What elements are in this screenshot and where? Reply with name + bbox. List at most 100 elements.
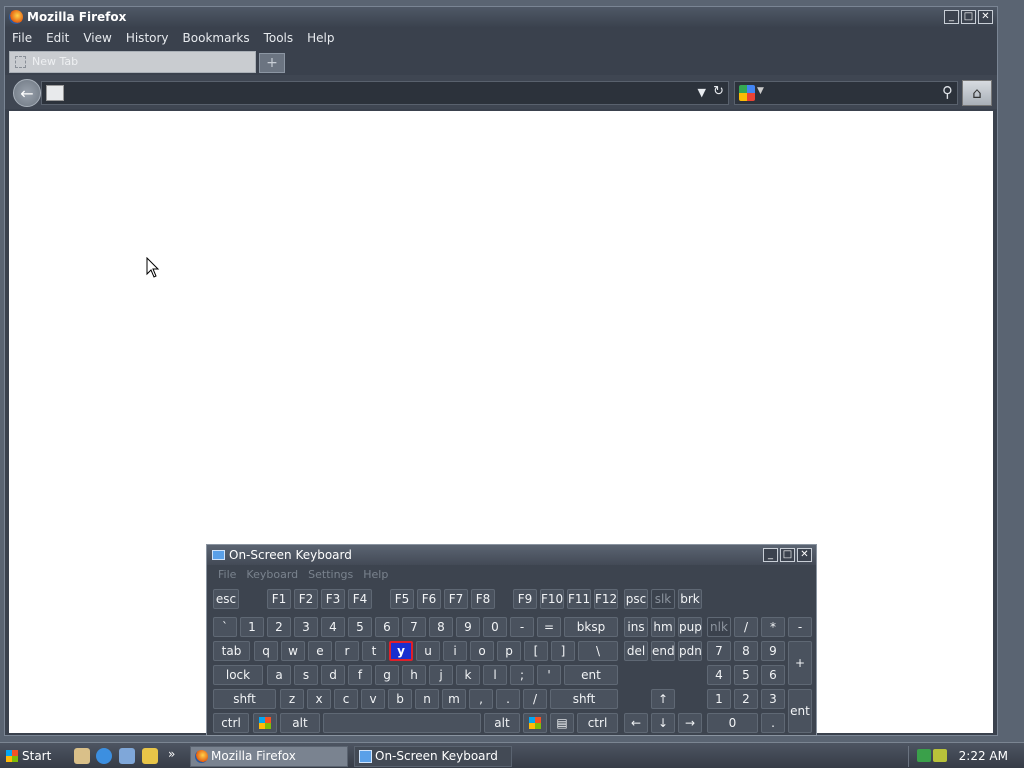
- key-8[interactable]: 8: [429, 617, 453, 637]
- key-nlk[interactable]: nlk: [707, 617, 731, 637]
- home-button[interactable]: ⌂: [962, 80, 992, 106]
- quicklaunch-overflow-icon[interactable]: »: [168, 747, 175, 761]
- key-period[interactable]: .: [496, 689, 520, 709]
- reload-icon[interactable]: ↻: [713, 84, 724, 99]
- tab-new-tab[interactable]: New Tab: [9, 51, 256, 73]
- key-f5[interactable]: F5: [390, 589, 414, 609]
- key-m[interactable]: m: [442, 689, 466, 709]
- key-v[interactable]: v: [361, 689, 385, 709]
- menu-tools[interactable]: Tools: [257, 29, 301, 47]
- key-6[interactable]: 6: [375, 617, 399, 637]
- key-lock[interactable]: lock: [213, 665, 263, 685]
- key-pdn[interactable]: pdn: [678, 641, 702, 661]
- key-j[interactable]: j: [429, 665, 453, 685]
- key-num-6[interactable]: 6: [761, 665, 785, 685]
- key-u[interactable]: u: [416, 641, 440, 661]
- search-bar[interactable]: ▼ ⚲: [734, 81, 958, 105]
- key-num-7[interactable]: 7: [707, 641, 731, 661]
- menu-edit[interactable]: Edit: [39, 29, 76, 47]
- start-button[interactable]: Start: [2, 746, 58, 766]
- taskbar-item-osk[interactable]: On-Screen Keyboard: [354, 746, 512, 767]
- key-bksp[interactable]: bksp: [564, 617, 618, 637]
- key-hm[interactable]: hm: [651, 617, 675, 637]
- key-num-minus[interactable]: -: [788, 617, 812, 637]
- key-p[interactable]: p: [497, 641, 521, 661]
- key-7[interactable]: 7: [402, 617, 426, 637]
- osk-minimize-button[interactable]: _: [763, 548, 778, 562]
- search-input[interactable]: [769, 85, 929, 101]
- key-down-arrow[interactable]: ↓: [651, 713, 675, 733]
- key-f12[interactable]: F12: [594, 589, 618, 609]
- key-f1[interactable]: F1: [267, 589, 291, 609]
- url-history-dropdown-icon[interactable]: ▼: [698, 86, 706, 99]
- key-f7[interactable]: F7: [444, 589, 468, 609]
- key-left-ctrl[interactable]: ctrl: [213, 713, 249, 733]
- key-b[interactable]: b: [388, 689, 412, 709]
- key-tab[interactable]: tab: [213, 641, 250, 661]
- key-pup[interactable]: pup: [678, 617, 702, 637]
- key-i[interactable]: i: [443, 641, 467, 661]
- key-left-win[interactable]: [253, 713, 277, 733]
- key-x[interactable]: x: [307, 689, 331, 709]
- key-f4[interactable]: F4: [348, 589, 372, 609]
- key-menu[interactable]: ▤: [550, 713, 574, 733]
- key-num-1[interactable]: 1: [707, 689, 731, 709]
- key-num-plus[interactable]: +: [788, 641, 812, 685]
- key-left-alt[interactable]: alt: [280, 713, 320, 733]
- key-g[interactable]: g: [375, 665, 399, 685]
- key-f9[interactable]: F9: [513, 589, 537, 609]
- network-icon[interactable]: [917, 749, 931, 762]
- key-backslash[interactable]: \: [578, 641, 618, 661]
- url-bar[interactable]: ▼ ↻: [41, 81, 729, 105]
- key-4[interactable]: 4: [321, 617, 345, 637]
- close-button[interactable]: ✕: [978, 10, 993, 24]
- key-up-arrow[interactable]: ↑: [651, 689, 675, 709]
- key-f6[interactable]: F6: [417, 589, 441, 609]
- key-minus[interactable]: -: [510, 617, 534, 637]
- key-num-period[interactable]: .: [761, 713, 785, 733]
- google-icon[interactable]: [739, 85, 755, 101]
- key-3[interactable]: 3: [294, 617, 318, 637]
- key-num-5[interactable]: 5: [734, 665, 758, 685]
- minimize-button[interactable]: _: [944, 10, 959, 24]
- key-f11[interactable]: F11: [567, 589, 591, 609]
- menu-history[interactable]: History: [119, 29, 176, 47]
- key-d[interactable]: d: [321, 665, 345, 685]
- key-t[interactable]: t: [362, 641, 386, 661]
- menu-help[interactable]: Help: [300, 29, 341, 47]
- menu-bookmarks[interactable]: Bookmarks: [176, 29, 257, 47]
- show-desktop-icon[interactable]: [74, 748, 90, 764]
- osk-menu-settings[interactable]: Settings: [303, 567, 358, 583]
- key-semicolon[interactable]: ;: [510, 665, 534, 685]
- key-n[interactable]: n: [415, 689, 439, 709]
- key-quote[interactable]: ': [537, 665, 561, 685]
- search-engine-dropdown-icon[interactable]: ▼: [757, 86, 764, 96]
- key-end[interactable]: end: [651, 641, 675, 661]
- key-num-asterisk[interactable]: *: [761, 617, 785, 637]
- key-l[interactable]: l: [483, 665, 507, 685]
- key-right-alt[interactable]: alt: [484, 713, 520, 733]
- key-f3[interactable]: F3: [321, 589, 345, 609]
- key-9[interactable]: 9: [456, 617, 480, 637]
- key-esc[interactable]: esc: [213, 589, 239, 609]
- key-slash[interactable]: /: [523, 689, 547, 709]
- key-f8[interactable]: F8: [471, 589, 495, 609]
- key-c[interactable]: c: [334, 689, 358, 709]
- ie-icon[interactable]: [96, 748, 112, 764]
- key-f10[interactable]: F10: [540, 589, 564, 609]
- key-brk[interactable]: brk: [678, 589, 702, 609]
- key-equals[interactable]: =: [537, 617, 561, 637]
- key-o[interactable]: o: [470, 641, 494, 661]
- menu-view[interactable]: View: [76, 29, 118, 47]
- osk-maximize-button[interactable]: □: [780, 548, 795, 562]
- key-del[interactable]: del: [624, 641, 648, 661]
- osk-close-button[interactable]: ✕: [797, 548, 812, 562]
- key-e[interactable]: e: [308, 641, 332, 661]
- key-backtick[interactable]: `: [213, 617, 237, 637]
- key-num-9[interactable]: 9: [761, 641, 785, 661]
- key-num-4[interactable]: 4: [707, 665, 731, 685]
- key-left-bracket[interactable]: [: [524, 641, 548, 661]
- osk-title-bar[interactable]: On-Screen Keyboard: [207, 545, 816, 565]
- key-num-slash[interactable]: /: [734, 617, 758, 637]
- key-y[interactable]: y: [389, 641, 413, 661]
